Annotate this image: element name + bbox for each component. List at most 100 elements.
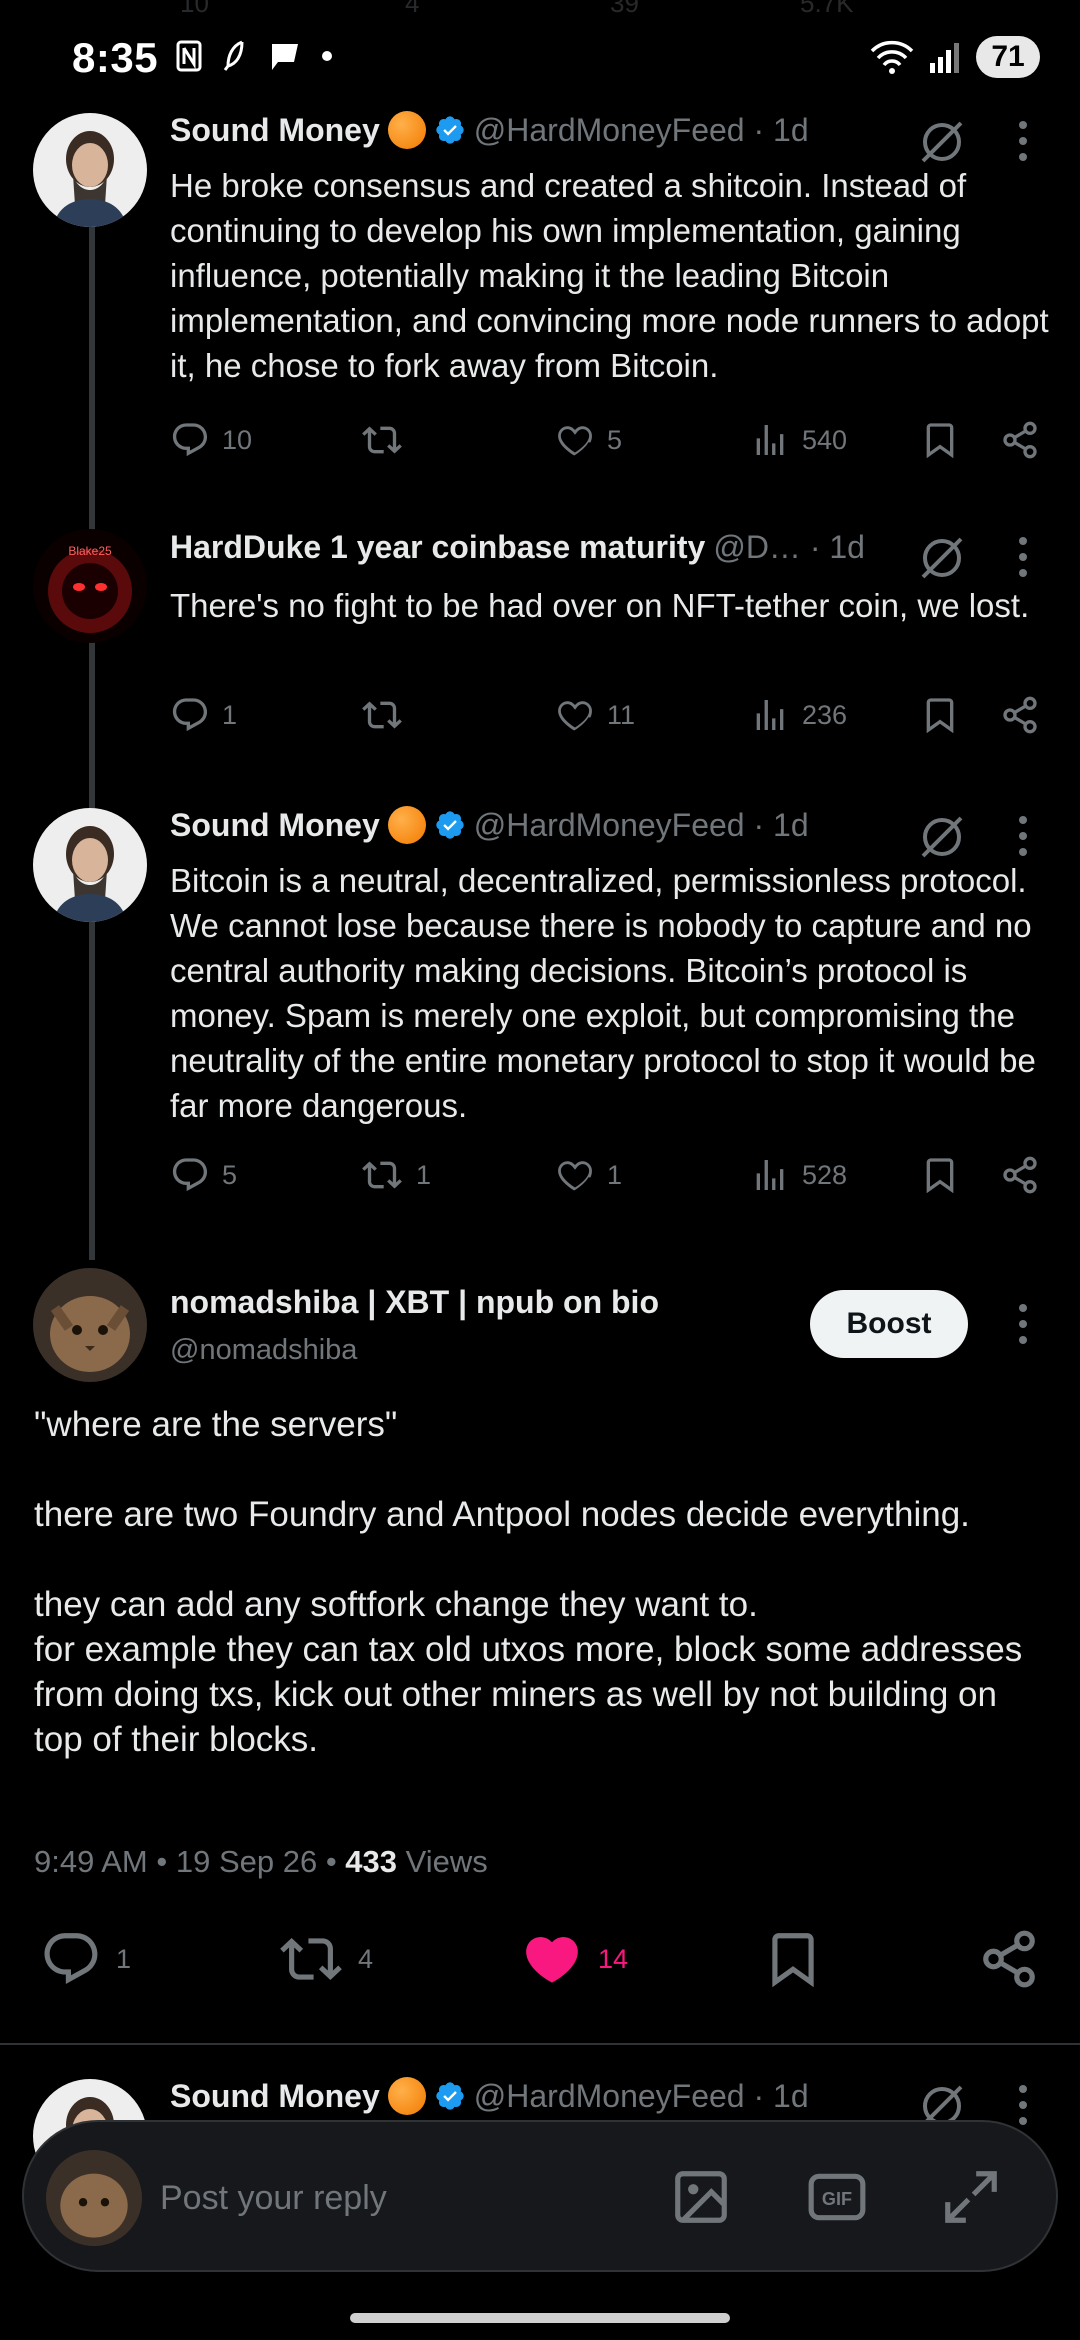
post-handle-row: @nomadshiba xyxy=(170,1334,357,1367)
views-button[interactable]: 528 xyxy=(750,1155,847,1195)
bookmark-button[interactable] xyxy=(920,695,960,735)
repost-icon xyxy=(362,1161,402,1189)
views-button[interactable]: 540 xyxy=(750,420,847,460)
author-name[interactable]: HardDuke 1 year coinbase maturity xyxy=(170,529,705,566)
my-avatar[interactable] xyxy=(46,2150,142,2246)
more-options-icon[interactable] xyxy=(1010,119,1036,168)
repost-button[interactable] xyxy=(360,695,416,735)
share-icon xyxy=(1003,1156,1037,1194)
tweet-header: Sound Money @HardMoneyFeed · 1d xyxy=(170,806,809,844)
author-handle[interactable]: @HardMoneyFeed · 1d xyxy=(474,112,809,149)
reply-count: 1 xyxy=(116,1943,132,1974)
reply-count: 1 xyxy=(222,699,238,730)
thread-connector-line xyxy=(89,150,95,1260)
more-options-icon[interactable] xyxy=(1010,814,1036,863)
app-notification-icon xyxy=(176,40,202,72)
author-name[interactable]: Sound Money xyxy=(170,2078,380,2115)
verified-badge-icon xyxy=(434,2080,466,2112)
bookmark-button[interactable] xyxy=(920,420,960,460)
post-meta: 9:49 AM • 19 Sep 26 • 433 Views xyxy=(34,1844,488,1879)
like-button-active[interactable]: 14 xyxy=(520,1928,628,1990)
avatar[interactable] xyxy=(33,113,147,227)
author-handle[interactable]: @HardMoneyFeed · 1d xyxy=(474,807,809,844)
tweet-header: HardDuke 1 year coinbase maturity @D… · … xyxy=(170,529,865,566)
author-handle[interactable]: @D… · 1d xyxy=(713,529,865,566)
like-button[interactable]: 5 xyxy=(555,420,622,460)
post-author: nomadshiba | XBT | npub on bio xyxy=(170,1284,659,1321)
gif-button[interactable]: GIF xyxy=(806,2166,868,2233)
boost-button[interactable]: Boost xyxy=(810,1290,968,1358)
views-chart-icon xyxy=(756,700,784,730)
share-button[interactable] xyxy=(1000,420,1040,460)
more-options-icon[interactable] xyxy=(1010,1302,1036,1351)
grok-icon[interactable] xyxy=(915,531,969,590)
share-button[interactable] xyxy=(1000,695,1040,735)
share-button[interactable] xyxy=(978,1928,1040,1990)
wifi-icon xyxy=(870,40,914,74)
gif-label: GIF xyxy=(822,2189,852,2209)
bookmark-button[interactable] xyxy=(920,1155,960,1195)
home-indicator[interactable] xyxy=(350,2313,730,2323)
like-count: 14 xyxy=(598,1943,629,1974)
avatar[interactable] xyxy=(33,808,147,922)
post-time: 9:49 AM xyxy=(34,1844,148,1879)
bookmark-icon xyxy=(926,1158,954,1194)
views-button[interactable]: 236 xyxy=(750,695,847,735)
verified-badge-icon xyxy=(434,114,466,146)
like-button[interactable]: 1 xyxy=(555,1155,622,1195)
author-handle[interactable]: @nomadshiba xyxy=(170,1334,357,1367)
views-count: 540 xyxy=(802,424,848,455)
author-handle[interactable]: @HardMoneyFeed · 1d xyxy=(474,2078,809,2115)
more-options-icon[interactable] xyxy=(1010,2083,1036,2132)
author-name[interactable]: Sound Money xyxy=(170,112,380,149)
bookmark-icon xyxy=(772,1933,814,1988)
post-views-label: Views xyxy=(405,1844,488,1879)
heart-icon xyxy=(558,701,592,731)
views-count: 528 xyxy=(802,1159,848,1190)
orange-circle-emoji-icon xyxy=(387,111,426,149)
ghost-repost-count: 4 xyxy=(405,0,420,18)
expand-composer-button[interactable] xyxy=(940,2166,1002,2233)
avatar-caption: Blake25 xyxy=(68,544,112,558)
more-options-icon[interactable] xyxy=(1010,535,1036,584)
avatar[interactable] xyxy=(33,1268,147,1382)
repost-icon xyxy=(362,426,402,454)
ghost-reply-count: 10 xyxy=(180,0,209,18)
share-button[interactable] xyxy=(1000,1155,1040,1195)
image-upload-button[interactable] xyxy=(670,2166,732,2233)
gif-icon: GIF xyxy=(808,2173,866,2221)
reply-button[interactable]: 1 xyxy=(40,1928,131,1990)
reply-icon xyxy=(172,423,208,457)
reply-button[interactable]: 5 xyxy=(170,1155,237,1195)
bookmark-button[interactable] xyxy=(762,1928,824,1990)
author-name[interactable]: nomadshiba | XBT | npub on bio xyxy=(170,1284,659,1321)
dot-icon xyxy=(322,51,332,61)
orange-circle-emoji-icon xyxy=(387,2077,426,2115)
author-name[interactable]: Sound Money xyxy=(170,807,380,844)
bookmark-icon xyxy=(926,423,954,459)
notification-icons xyxy=(176,40,332,72)
reply-button[interactable]: 10 xyxy=(170,420,252,460)
reply-composer: GIF xyxy=(22,2120,1058,2272)
like-button[interactable]: 11 xyxy=(555,695,635,735)
repost-button[interactable]: 4 xyxy=(278,1928,373,1990)
filled-heart-icon xyxy=(526,1937,578,1983)
repost-count: 4 xyxy=(358,1943,374,1974)
repost-button[interactable] xyxy=(360,420,416,460)
post-views-count: 433 xyxy=(345,1844,398,1879)
tweet-text: He broke consensus and created a shitcoi… xyxy=(170,167,1049,384)
feather-icon xyxy=(223,40,244,71)
reply-button[interactable]: 1 xyxy=(170,695,237,735)
clock: 8:35 xyxy=(72,34,159,81)
bookmark-icon xyxy=(926,698,954,734)
post-actions: 1 4 14 xyxy=(0,1928,1080,2008)
reply-count: 10 xyxy=(222,424,253,455)
reply-icon xyxy=(172,698,208,732)
tweet-header: Sound Money @HardMoneyFeed · 1d xyxy=(170,111,809,149)
reply-input[interactable] xyxy=(160,2172,560,2224)
image-icon xyxy=(675,2171,727,2223)
views-chart-icon xyxy=(756,425,784,455)
avatar[interactable]: Blake25 xyxy=(33,529,147,643)
repost-button[interactable]: 1 xyxy=(360,1155,431,1195)
like-count: 11 xyxy=(607,699,636,730)
